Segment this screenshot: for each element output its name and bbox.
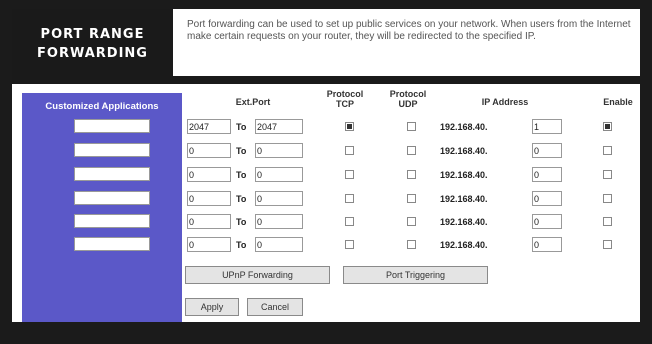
customized-applications-heading: Customized Applications: [45, 101, 159, 112]
udp-checkbox[interactable]: [407, 240, 416, 249]
header-divider: [12, 76, 640, 84]
to-label: To: [236, 146, 247, 156]
ip-last-octet-input[interactable]: [532, 237, 562, 252]
ip-prefix: 192.168.40.: [440, 170, 488, 180]
end-port-input[interactable]: [255, 237, 303, 252]
end-port-input[interactable]: [255, 214, 303, 229]
upnp-forwarding-button[interactable]: UPnP Forwarding: [185, 266, 330, 284]
column-header-enable: Enable: [603, 97, 633, 107]
cancel-button[interactable]: Cancel: [247, 298, 303, 316]
udp-checkbox[interactable]: [407, 170, 416, 179]
ip-prefix: 192.168.40.: [440, 146, 488, 156]
application-name-input[interactable]: [74, 191, 150, 205]
tcp-checkbox[interactable]: [345, 194, 354, 203]
application-name-input[interactable]: [74, 167, 150, 181]
start-port-input[interactable]: [187, 191, 231, 206]
start-port-input[interactable]: [187, 143, 231, 158]
udp-checkbox[interactable]: [407, 146, 416, 155]
customized-applications-sidebar: Customized Applications: [22, 93, 182, 322]
port-triggering-button[interactable]: Port Triggering: [343, 266, 488, 284]
udp-checkbox[interactable]: [407, 194, 416, 203]
column-header-protocol-udp: Protocol UDP: [385, 89, 431, 109]
apply-button[interactable]: Apply: [185, 298, 239, 316]
column-header-protocol-tcp: Protocol TCP: [322, 89, 368, 109]
enable-checkbox[interactable]: [603, 194, 612, 203]
footer-bar: [0, 322, 652, 344]
tcp-checkbox[interactable]: [345, 122, 354, 131]
page-title-line-2: FORWARDING: [37, 46, 148, 61]
start-port-input[interactable]: [187, 214, 231, 229]
end-port-input[interactable]: [255, 191, 303, 206]
column-header-protocol-udp-line1: Protocol: [389, 89, 427, 99]
tcp-checkbox[interactable]: [345, 217, 354, 226]
end-port-input[interactable]: [255, 143, 303, 158]
tcp-checkbox[interactable]: [345, 170, 354, 179]
udp-checkbox[interactable]: [407, 217, 416, 226]
ip-last-octet-input[interactable]: [532, 191, 562, 206]
ip-prefix: 192.168.40.: [440, 217, 488, 227]
ip-last-octet-input[interactable]: [532, 119, 562, 134]
description-text: Port forwarding can be used to set up pu…: [187, 19, 631, 42]
page-title-line-1: PORT RANGE: [40, 27, 145, 42]
enable-checkbox[interactable]: [603, 146, 612, 155]
ip-last-octet-input[interactable]: [532, 143, 562, 158]
enable-checkbox[interactable]: [603, 122, 612, 131]
column-header-protocol-udp-line2: UDP: [398, 99, 418, 109]
tcp-checkbox[interactable]: [345, 146, 354, 155]
enable-checkbox[interactable]: [603, 217, 612, 226]
ip-last-octet-input[interactable]: [532, 214, 562, 229]
to-label: To: [236, 217, 247, 227]
application-name-input[interactable]: [74, 214, 150, 228]
application-name-input[interactable]: [74, 143, 150, 157]
start-port-input[interactable]: [187, 119, 231, 134]
end-port-input[interactable]: [255, 119, 303, 134]
column-header-protocol-tcp-line2: TCP: [336, 99, 354, 109]
column-header-ip-address: IP Address: [481, 97, 529, 107]
to-label: To: [236, 122, 247, 132]
ip-prefix: 192.168.40.: [440, 122, 488, 132]
ip-prefix: 192.168.40.: [440, 194, 488, 204]
to-label: To: [236, 194, 247, 204]
udp-checkbox[interactable]: [407, 122, 416, 131]
enable-checkbox[interactable]: [603, 240, 612, 249]
application-name-input[interactable]: [74, 237, 150, 251]
start-port-input[interactable]: [187, 167, 231, 182]
page-title-box: PORT RANGE FORWARDING: [12, 9, 173, 79]
to-label: To: [236, 170, 247, 180]
end-port-input[interactable]: [255, 167, 303, 182]
column-header-protocol-tcp-line1: Protocol: [326, 89, 364, 99]
tcp-checkbox[interactable]: [345, 240, 354, 249]
column-header-ext-port: Ext.Port: [235, 97, 271, 107]
enable-checkbox[interactable]: [603, 170, 612, 179]
start-port-input[interactable]: [187, 237, 231, 252]
application-name-input[interactable]: [74, 119, 150, 133]
ip-prefix: 192.168.40.: [440, 240, 488, 250]
to-label: To: [236, 240, 247, 250]
ip-last-octet-input[interactable]: [532, 167, 562, 182]
